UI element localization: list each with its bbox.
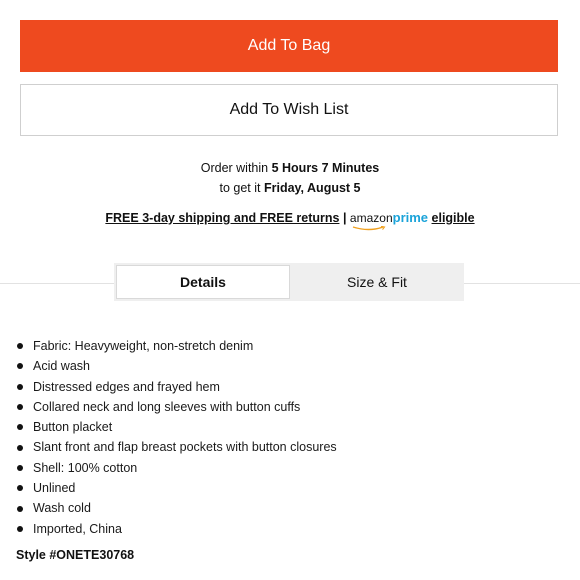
list-item: Slant front and flap breast pockets with… — [16, 437, 337, 457]
tab-details[interactable]: Details — [116, 265, 290, 299]
list-item: Shell: 100% cotton — [16, 458, 337, 478]
get-it-date: Friday, August 5 — [263, 181, 361, 195]
list-item-text: Fabric: Heavyweight, non-stretch denim — [33, 339, 254, 353]
bullet-icon — [17, 424, 23, 431]
list-item: Fabric: Heavyweight, non-stretch denim — [16, 336, 337, 356]
shipping-info: FREE 3-day shipping and FREE returns | a… — [0, 208, 580, 231]
bullet-icon — [17, 343, 23, 350]
get-it-label: to get it — [219, 181, 264, 195]
list-item: Unlined — [16, 478, 337, 498]
list-item-text: Shell: 100% cotton — [33, 460, 138, 475]
list-item: Wash cold — [16, 498, 337, 518]
details-list: Fabric: Heavyweight, non-stretch denim A… — [16, 336, 337, 539]
delivery-countdown: Order within 5 Hours 7 Minutes — [0, 158, 580, 178]
prime-word-text: prime — [392, 210, 429, 225]
list-item: Acid wash — [16, 356, 337, 376]
bullet-icon — [17, 525, 23, 532]
list-item: Button placket — [16, 417, 337, 437]
tab-size-and-fit[interactable]: Size & Fit — [290, 263, 464, 301]
list-item: Collared neck and long sleeves with butt… — [16, 397, 337, 417]
shipping-separator: | — [342, 211, 347, 225]
bullet-icon — [17, 485, 23, 492]
free-shipping-link[interactable]: FREE 3-day shipping and FREE returns — [105, 211, 339, 225]
bullet-icon — [17, 464, 23, 471]
list-item-text: Unlined — [33, 481, 76, 496]
amazon-prime-logo: amazonprime — [349, 208, 429, 231]
list-item-text: Wash cold — [33, 501, 91, 516]
list-item-text: Slant front and flap breast pockets with… — [33, 440, 337, 455]
order-within-time: 5 Hours 7 Minutes — [271, 161, 380, 175]
bullet-icon — [17, 505, 23, 512]
prime-eligible-link[interactable]: eligible — [432, 211, 475, 225]
add-to-wish-list-button[interactable]: Add To Wish List — [20, 84, 558, 136]
bullet-icon — [17, 444, 23, 451]
product-info-tabs: Details Size & Fit — [114, 263, 464, 301]
style-code: Style #ONETE30768 — [16, 548, 135, 562]
order-within-label: Order within — [200, 161, 272, 175]
list-item-text: Distressed edges and frayed hem — [33, 379, 220, 394]
list-item: Distressed edges and frayed hem — [16, 377, 337, 397]
add-to-bag-button[interactable]: Add To Bag — [20, 20, 558, 72]
delivery-date: to get it Friday, August 5 — [0, 178, 580, 198]
list-item-text: Collared neck and long sleeves with butt… — [33, 399, 301, 414]
bullet-icon — [17, 383, 23, 390]
amazon-smile-icon — [352, 226, 386, 231]
prime-amazon-text: amazon — [349, 211, 393, 225]
bullet-icon — [17, 363, 23, 370]
list-item-text: Imported, China — [33, 521, 122, 536]
list-item-text: Button placket — [33, 420, 113, 435]
list-item-text: Acid wash — [33, 359, 90, 374]
list-item: Imported, China — [16, 519, 337, 539]
bullet-icon — [17, 404, 23, 411]
